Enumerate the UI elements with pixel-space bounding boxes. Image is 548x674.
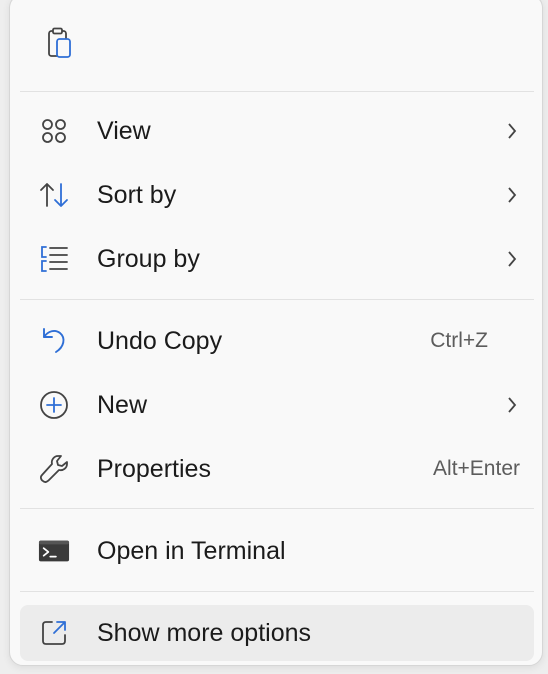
wrench-icon [38,453,70,485]
menu-item-label: New [97,391,148,419]
menu-divider [20,91,534,92]
menu-item-label: Open in Terminal [97,537,286,565]
menu-item-label: Properties [97,455,211,483]
terminal-icon [38,535,70,567]
menu-item-properties[interactable]: Properties Alt+Enter [20,441,534,497]
menu-divider [20,299,534,300]
menu-item-new[interactable]: New [20,377,534,433]
sort-arrows-icon [38,179,70,211]
add-circle-icon [38,389,70,421]
menu-item-open-in-terminal[interactable]: Open in Terminal [20,523,534,579]
keyboard-shortcut: Alt+Enter [433,457,520,480]
menu-item-show-more-options[interactable]: Show more options [20,605,534,661]
chevron-right-icon [500,119,524,143]
menu-item-label: Sort by [97,181,177,209]
chevron-right-icon [500,183,524,207]
menu-item-sort-by[interactable]: Sort by [20,167,534,223]
menu-item-undo-copy[interactable]: Undo Copy Ctrl+Z [20,313,534,369]
paste-icon [48,27,71,58]
menu-item-group-by[interactable]: Group by [20,231,534,287]
menu-divider [20,508,534,509]
undo-icon [38,325,70,357]
view-grid-icon [38,115,70,147]
chevron-right-icon [500,247,524,271]
menu-item-label: Undo Copy [97,327,223,355]
menu-item-label: Group by [97,245,200,273]
group-list-icon [38,243,70,275]
context-menu: View Sort by Group by Undo Copy Ctrl+Z N… [9,0,543,666]
menu-item-label: View [97,117,151,145]
menu-item-view[interactable]: View [20,103,534,159]
paste-button[interactable] [34,17,86,69]
menu-divider [20,591,534,592]
menu-item-label: Show more options [97,619,312,647]
chevron-right-icon [500,393,524,417]
quick-actions-bar [10,1,542,85]
share-expand-icon [38,617,70,649]
keyboard-shortcut: Ctrl+Z [430,329,488,352]
